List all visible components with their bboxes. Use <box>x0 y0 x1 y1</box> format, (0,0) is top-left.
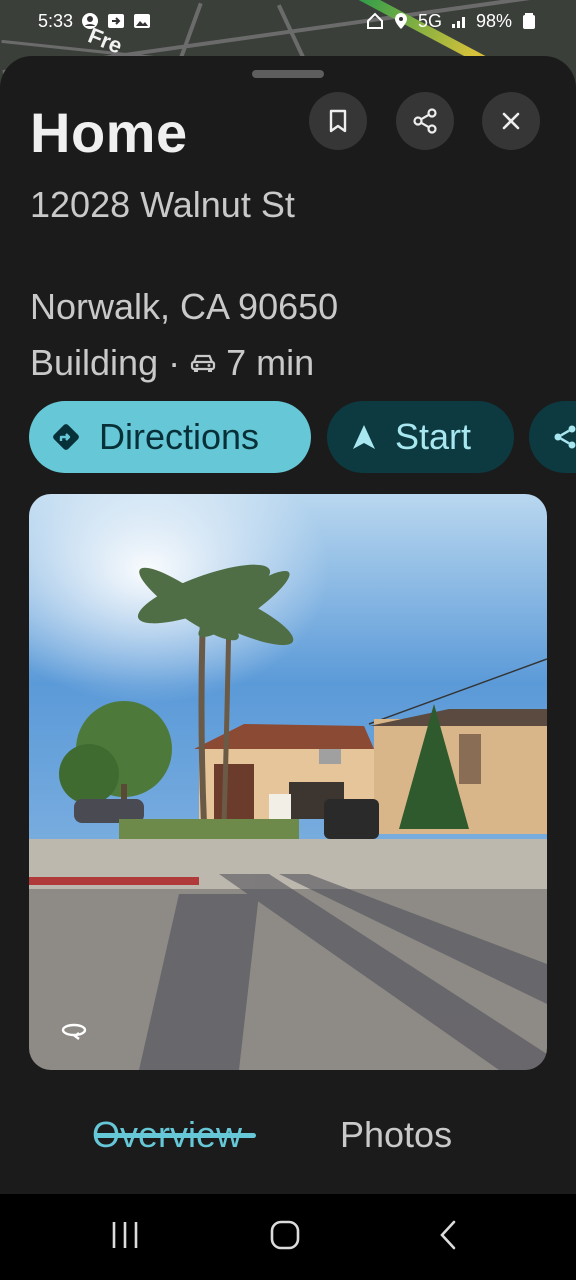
place-sheet-screen: Fre 5:33 5G 98% Home 12028 Walnut St Nor… <box>0 0 576 1280</box>
back-icon[interactable] <box>432 1218 466 1252</box>
place-category: Building <box>30 342 159 383</box>
street-view-image <box>29 494 547 1070</box>
tab-selected-indicator <box>94 1133 256 1138</box>
save-button[interactable] <box>309 92 367 150</box>
place-meta: Building · 7 min <box>30 340 314 386</box>
location-icon <box>394 13 407 29</box>
meta-separator: · <box>168 342 181 383</box>
share-button[interactable] <box>396 92 454 150</box>
share-chip-button[interactable] <box>529 401 576 473</box>
cast-icon <box>108 14 125 28</box>
address-line-2: Norwalk, CA 90650 <box>30 286 339 327</box>
network-type: 5G <box>417 10 442 31</box>
recent-apps-icon[interactable] <box>108 1218 142 1252</box>
status-bar: 5:33 5G 98% <box>0 0 576 42</box>
share-icon <box>413 108 437 134</box>
place-bottom-sheet: Home 12028 Walnut St Norwalk, CA 90650 B… <box>0 56 576 1196</box>
rotate-360-icon[interactable] <box>59 1020 89 1040</box>
directions-button[interactable]: Directions <box>29 401 311 473</box>
status-time: 5:33 <box>38 10 74 31</box>
street-view-photo[interactable] <box>29 494 547 1070</box>
home-icon <box>366 12 383 29</box>
battery-icon <box>523 13 535 29</box>
gallery-icon <box>134 14 151 28</box>
bookmark-icon <box>329 109 347 133</box>
drive-time: 7 min <box>226 342 315 383</box>
place-title: Home <box>30 101 188 164</box>
signal-icon <box>451 17 465 28</box>
share-icon <box>554 425 576 449</box>
directions-label: Directions <box>99 416 260 457</box>
navigation-arrow-icon <box>353 425 375 449</box>
address-line-1: 12028 Walnut St <box>30 184 295 225</box>
start-button[interactable]: Start <box>327 401 514 473</box>
car-icon <box>190 354 216 372</box>
close-icon <box>502 112 520 130</box>
directions-icon <box>53 424 79 450</box>
system-navigation-bar <box>0 1194 576 1280</box>
start-label: Start <box>395 416 472 457</box>
home-button-icon[interactable] <box>268 1218 302 1252</box>
drag-handle[interactable] <box>252 70 324 78</box>
tab-photos[interactable]: Photos <box>340 1114 452 1156</box>
close-button[interactable] <box>482 92 540 150</box>
account-icon <box>82 13 99 29</box>
battery-percent: 98% <box>475 10 512 31</box>
